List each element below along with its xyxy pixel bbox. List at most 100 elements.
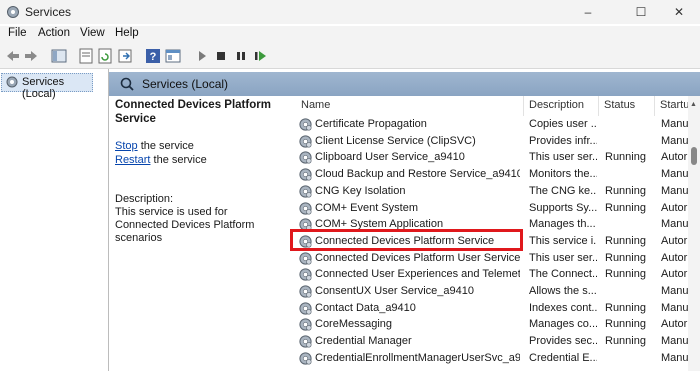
service-name: Certificate Propagation	[315, 118, 427, 130]
help-icon[interactable]: ?	[145, 48, 161, 64]
toolbar: ?	[0, 44, 700, 69]
service-description: Indexes cont...	[529, 301, 597, 314]
stop-service-icon[interactable]	[213, 48, 229, 64]
table-row[interactable]: Clipboard User Service_a9410 This user se…	[288, 149, 688, 166]
restart-service-icon[interactable]	[252, 48, 268, 64]
service-description: Credential E...	[529, 351, 597, 364]
svg-text:?: ?	[150, 51, 157, 63]
table-row[interactable]: Credential Manager Provides sec... Running…	[288, 333, 688, 350]
service-gear-icon	[298, 117, 313, 132]
service-startup-type: Autor	[661, 268, 688, 281]
services-gear-icon	[6, 76, 18, 88]
window-title: Services	[25, 5, 72, 19]
column-header-startup-type[interactable]: Startu	[655, 96, 688, 116]
tree-item-label: Services (Local)	[22, 76, 65, 100]
tree-item-services-local[interactable]: Services (Local)	[1, 73, 93, 100]
table-row[interactable]: Certificate Propagation Copies user ... Ma…	[288, 116, 688, 133]
service-gear-icon	[298, 184, 313, 199]
stop-service-link[interactable]: Stop	[115, 140, 138, 152]
column-header-name[interactable]: Name	[296, 96, 524, 116]
start-service-icon[interactable]	[194, 48, 210, 64]
service-description: This user ser...	[529, 251, 597, 264]
export-list-icon[interactable]	[117, 48, 133, 64]
service-startup-type: Manu	[661, 118, 688, 130]
close-button[interactable]: ✕	[656, 0, 700, 24]
service-name: ConsentUX User Service_a9410	[315, 285, 474, 297]
table-row[interactable]: ConsentUX User Service_a9410 Allows the s…	[288, 283, 688, 300]
service-status: Running	[605, 184, 646, 197]
search-icon	[120, 77, 134, 91]
menu-help[interactable]: Help	[115, 27, 139, 39]
selected-service-name: Connected Devices Platform Service	[115, 99, 271, 125]
column-header-description[interactable]: Description	[524, 96, 599, 116]
service-name: CoreMessaging	[315, 318, 393, 331]
vertical-scrollbar[interactable]: ▲	[688, 96, 700, 371]
service-startup-type: Manu	[661, 168, 688, 181]
properties-icon[interactable]	[78, 48, 94, 64]
service-description: Provides sec...	[529, 335, 597, 348]
table-row[interactable]: CredentialEnrollmentManagerUserSvc_a9410…	[288, 350, 688, 367]
description-pane: Connected Devices Platform Service Stop …	[109, 96, 288, 371]
service-startup-type: Manu	[661, 134, 688, 147]
service-gear-icon	[298, 267, 313, 282]
console-view-icon[interactable]	[165, 48, 181, 64]
refresh-icon[interactable]	[97, 48, 113, 64]
service-description: The Connect...	[529, 268, 597, 281]
description-label: Description:	[115, 193, 174, 205]
service-description: Monitors the...	[529, 168, 597, 181]
table-row[interactable]: Connected User Experiences and Telemetry…	[288, 266, 688, 283]
service-description: This service i...	[529, 234, 597, 247]
service-status: Running	[605, 234, 646, 247]
menu-view[interactable]: View	[80, 27, 105, 39]
services-app-icon	[7, 6, 19, 18]
menu-action[interactable]: Action	[38, 27, 70, 39]
service-name: CNG Key Isolation	[315, 184, 406, 197]
service-name: Connected Devices Platform User Service_…	[315, 251, 520, 264]
service-startup-type: Autor	[661, 201, 688, 214]
service-gear-icon	[298, 351, 313, 366]
selected-row-highlight	[290, 229, 523, 251]
table-row[interactable]: Cloud Backup and Restore Service_a9410 Mo…	[288, 166, 688, 183]
service-startup-type: Manu	[661, 285, 688, 297]
service-startup-type: Autor	[661, 318, 688, 331]
service-name: Credential Manager	[315, 335, 412, 348]
menu-bar: File Action View Help	[0, 26, 700, 44]
menu-file[interactable]: File	[8, 27, 27, 39]
show-hide-tree-icon[interactable]	[51, 48, 67, 64]
service-description: Supports Sy...	[529, 201, 597, 214]
service-status: Running	[605, 201, 646, 214]
minimize-button[interactable]: –	[565, 0, 611, 24]
scrollbar-thumb[interactable]	[691, 147, 697, 165]
service-gear-icon	[298, 134, 313, 149]
service-status: Running	[605, 301, 646, 314]
service-status: Running	[605, 151, 646, 164]
service-gear-icon	[298, 301, 313, 316]
stop-line-suffix: the service	[137, 140, 194, 152]
scroll-up-icon[interactable]: ▲	[690, 101, 697, 108]
service-description: Manages co...	[529, 318, 597, 331]
service-description: Manages th...	[529, 218, 596, 231]
service-status: Running	[605, 268, 646, 281]
service-name: CredentialEnrollmentManagerUserSvc_a9410	[315, 351, 520, 364]
table-row[interactable]: CoreMessaging Manages co... Running Autor	[288, 316, 688, 333]
service-gear-icon	[298, 317, 313, 332]
service-name: Client License Service (ClipSVC)	[315, 134, 476, 147]
restart-line: Restart the service	[115, 154, 207, 166]
service-name: Connected User Experiences and Telemetry	[315, 268, 520, 281]
table-row[interactable]: Client License Service (ClipSVC) Provides…	[288, 133, 688, 150]
service-gear-icon	[298, 150, 313, 165]
table-row[interactable]: CNG Key Isolation The CNG ke... Running Man…	[288, 183, 688, 200]
table-row[interactable]: Connected Devices Platform User Service_…	[288, 250, 688, 267]
pause-service-icon[interactable]	[233, 48, 249, 64]
forward-arrow-icon[interactable]	[23, 48, 39, 64]
table-row[interactable]: COM+ Event System Supports Sy... Running Au…	[288, 200, 688, 217]
restart-service-link[interactable]: Restart	[115, 154, 150, 166]
services-list: ^ Name Description Status Startu Certifi…	[288, 96, 688, 371]
back-arrow-icon[interactable]	[5, 48, 21, 64]
service-startup-type: Autor	[661, 234, 688, 247]
column-header-status[interactable]: Status	[599, 96, 655, 116]
service-name: Cloud Backup and Restore Service_a9410	[315, 168, 520, 181]
service-description: This user ser...	[529, 151, 597, 164]
service-name: Clipboard User Service_a9410	[315, 151, 465, 164]
table-row[interactable]: Contact Data_a9410 Indexes cont... Running…	[288, 300, 688, 317]
